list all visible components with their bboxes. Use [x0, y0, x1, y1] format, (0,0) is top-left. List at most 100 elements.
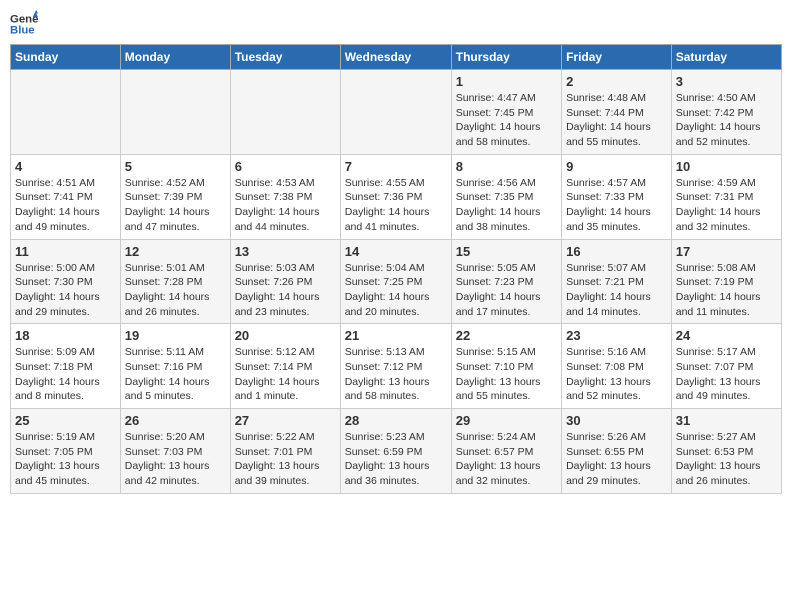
calendar-table: SundayMondayTuesdayWednesdayThursdayFrid…: [10, 44, 782, 494]
day-info: Sunrise: 5:07 AMSunset: 7:21 PMDaylight:…: [566, 261, 667, 320]
calendar-cell: 21 Sunrise: 5:13 AMSunset: 7:12 PMDayligh…: [340, 324, 451, 409]
day-number: 7: [345, 159, 447, 174]
calendar-cell: [340, 70, 451, 155]
calendar-cell: 2Sunrise: 4:48 AMSunset: 7:44 PMDaylight…: [562, 70, 672, 155]
day-number: 6: [235, 159, 336, 174]
calendar-cell: 9 Sunrise: 4:57 AMSunset: 7:33 PMDaylight…: [562, 154, 672, 239]
day-number: 5: [125, 159, 226, 174]
day-info: Sunrise: 4:57 AMSunset: 7:33 PMDaylight:…: [566, 176, 667, 235]
day-info: Sunrise: 5:05 AMSunset: 7:23 PMDaylight:…: [456, 261, 557, 320]
day-info: Sunrise: 5:16 AMSunset: 7:08 PMDaylight:…: [566, 345, 667, 404]
logo: General Blue: [10, 10, 42, 38]
weekday-header-wednesday: Wednesday: [340, 45, 451, 70]
day-info: Sunrise: 5:17 AMSunset: 7:07 PMDaylight:…: [676, 345, 777, 404]
calendar-cell: 12 Sunrise: 5:01 AMSunset: 7:28 PMDayligh…: [120, 239, 230, 324]
day-number: 4: [15, 159, 116, 174]
day-info: Sunrise: 5:01 AMSunset: 7:28 PMDaylight:…: [125, 261, 226, 320]
calendar-cell: 10Sunrise: 4:59 AMSunset: 7:31 PMDayligh…: [671, 154, 781, 239]
day-number: 30: [566, 413, 667, 428]
day-number: 24: [676, 328, 777, 343]
weekday-header-monday: Monday: [120, 45, 230, 70]
day-number: 18: [15, 328, 116, 343]
calendar-cell: [11, 70, 121, 155]
calendar-cell: 19 Sunrise: 5:11 AMSunset: 7:16 PMDayligh…: [120, 324, 230, 409]
calendar-cell: 13 Sunrise: 5:03 AMSunset: 7:26 PMDayligh…: [230, 239, 340, 324]
day-info: Sunrise: 4:53 AMSunset: 7:38 PMDaylight:…: [235, 176, 336, 235]
day-info: Sunrise: 5:00 AMSunset: 7:30 PMDaylight:…: [15, 261, 116, 320]
weekday-header-sunday: Sunday: [11, 45, 121, 70]
calendar-cell: 29 Sunrise: 5:24 AMSunset: 6:57 PMDayligh…: [451, 409, 561, 494]
weekday-header-saturday: Saturday: [671, 45, 781, 70]
day-number: 21: [345, 328, 447, 343]
calendar-cell: 22 Sunrise: 5:15 AMSunset: 7:10 PMDayligh…: [451, 324, 561, 409]
calendar-cell: 1 Sunrise: 4:47 AMSunset: 7:45 PMDaylight…: [451, 70, 561, 155]
calendar-header: SundayMondayTuesdayWednesdayThursdayFrid…: [11, 45, 782, 70]
day-number: 17: [676, 244, 777, 259]
day-number: 20: [235, 328, 336, 343]
day-number: 3: [676, 74, 777, 89]
calendar-cell: 28Sunrise: 5:23 AMSunset: 6:59 PMDayligh…: [340, 409, 451, 494]
day-info: Sunrise: 5:11 AMSunset: 7:16 PMDaylight:…: [125, 345, 226, 404]
day-number: 15: [456, 244, 557, 259]
calendar-cell: 23 Sunrise: 5:16 AMSunset: 7:08 PMDayligh…: [562, 324, 672, 409]
weekday-header-friday: Friday: [562, 45, 672, 70]
calendar-cell: 4 Sunrise: 4:51 AMSunset: 7:41 PMDaylight…: [11, 154, 121, 239]
day-info: Sunrise: 5:24 AMSunset: 6:57 PMDaylight:…: [456, 430, 557, 489]
day-info: Sunrise: 5:22 AMSunset: 7:01 PMDaylight:…: [235, 430, 336, 489]
day-info: Sunrise: 5:13 AMSunset: 7:12 PMDaylight:…: [345, 345, 447, 404]
day-number: 2: [566, 74, 667, 89]
logo-icon: General Blue: [10, 10, 38, 38]
day-number: 19: [125, 328, 226, 343]
day-info: Sunrise: 5:27 AMSunset: 6:53 PMDaylight:…: [676, 430, 777, 489]
calendar-cell: 25Sunrise: 5:19 AMSunset: 7:05 PMDayligh…: [11, 409, 121, 494]
calendar-cell: 17Sunrise: 5:08 AMSunset: 7:19 PMDayligh…: [671, 239, 781, 324]
day-number: 31: [676, 413, 777, 428]
day-number: 1: [456, 74, 557, 89]
day-info: Sunrise: 5:09 AMSunset: 7:18 PMDaylight:…: [15, 345, 116, 404]
day-number: 23: [566, 328, 667, 343]
calendar-cell: 30 Sunrise: 5:26 AMSunset: 6:55 PMDayligh…: [562, 409, 672, 494]
day-info: Sunrise: 5:15 AMSunset: 7:10 PMDaylight:…: [456, 345, 557, 404]
calendar-cell: 5 Sunrise: 4:52 AMSunset: 7:39 PMDaylight…: [120, 154, 230, 239]
day-info: Sunrise: 4:59 AMSunset: 7:31 PMDaylight:…: [676, 176, 777, 235]
calendar-cell: [120, 70, 230, 155]
day-info: Sunrise: 4:47 AMSunset: 7:45 PMDaylight:…: [456, 91, 557, 150]
day-info: Sunrise: 4:52 AMSunset: 7:39 PMDaylight:…: [125, 176, 226, 235]
calendar-cell: 26 Sunrise: 5:20 AMSunset: 7:03 PMDayligh…: [120, 409, 230, 494]
weekday-header-tuesday: Tuesday: [230, 45, 340, 70]
day-info: Sunrise: 4:51 AMSunset: 7:41 PMDaylight:…: [15, 176, 116, 235]
day-info: Sunrise: 5:26 AMSunset: 6:55 PMDaylight:…: [566, 430, 667, 489]
calendar-cell: 15 Sunrise: 5:05 AMSunset: 7:23 PMDayligh…: [451, 239, 561, 324]
day-info: Sunrise: 4:55 AMSunset: 7:36 PMDaylight:…: [345, 176, 447, 235]
day-info: Sunrise: 5:23 AMSunset: 6:59 PMDaylight:…: [345, 430, 447, 489]
day-info: Sunrise: 5:12 AMSunset: 7:14 PMDaylight:…: [235, 345, 336, 404]
day-number: 14: [345, 244, 447, 259]
day-number: 11: [15, 244, 116, 259]
day-number: 27: [235, 413, 336, 428]
calendar-cell: 24 Sunrise: 5:17 AMSunset: 7:07 PMDayligh…: [671, 324, 781, 409]
day-info: Sunrise: 5:04 AMSunset: 7:25 PMDaylight:…: [345, 261, 447, 320]
calendar-cell: 18 Sunrise: 5:09 AMSunset: 7:18 PMDayligh…: [11, 324, 121, 409]
calendar-cell: 11 Sunrise: 5:00 AMSunset: 7:30 PMDayligh…: [11, 239, 121, 324]
day-number: 16: [566, 244, 667, 259]
calendar-cell: 7 Sunrise: 4:55 AMSunset: 7:36 PMDaylight…: [340, 154, 451, 239]
day-info: Sunrise: 4:50 AMSunset: 7:42 PMDaylight:…: [676, 91, 777, 150]
day-info: Sunrise: 5:19 AMSunset: 7:05 PMDaylight:…: [15, 430, 116, 489]
day-number: 29: [456, 413, 557, 428]
day-number: 13: [235, 244, 336, 259]
day-number: 12: [125, 244, 226, 259]
calendar-cell: 8Sunrise: 4:56 AMSunset: 7:35 PMDaylight…: [451, 154, 561, 239]
calendar-cell: 20 Sunrise: 5:12 AMSunset: 7:14 PMDayligh…: [230, 324, 340, 409]
day-info: Sunrise: 5:20 AMSunset: 7:03 PMDaylight:…: [125, 430, 226, 489]
calendar-cell: 27 Sunrise: 5:22 AMSunset: 7:01 PMDayligh…: [230, 409, 340, 494]
day-number: 9: [566, 159, 667, 174]
calendar-cell: 16 Sunrise: 5:07 AMSunset: 7:21 PMDayligh…: [562, 239, 672, 324]
calendar-cell: 3 Sunrise: 4:50 AMSunset: 7:42 PMDaylight…: [671, 70, 781, 155]
calendar-cell: 14 Sunrise: 5:04 AMSunset: 7:25 PMDayligh…: [340, 239, 451, 324]
day-number: 22: [456, 328, 557, 343]
day-info: Sunrise: 5:03 AMSunset: 7:26 PMDaylight:…: [235, 261, 336, 320]
calendar-cell: [230, 70, 340, 155]
weekday-header-thursday: Thursday: [451, 45, 561, 70]
day-number: 26: [125, 413, 226, 428]
page-header: General Blue: [10, 10, 782, 38]
